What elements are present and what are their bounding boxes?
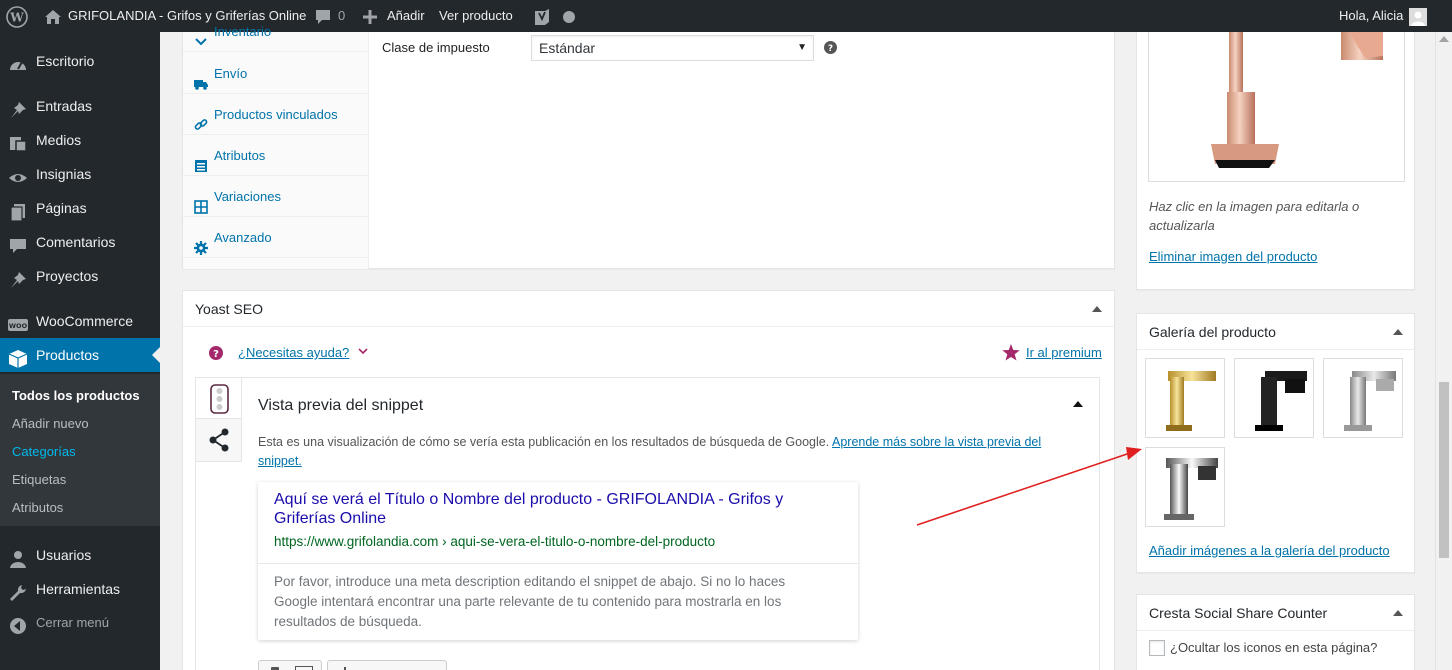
annotation-arrow xyxy=(916,447,1142,526)
